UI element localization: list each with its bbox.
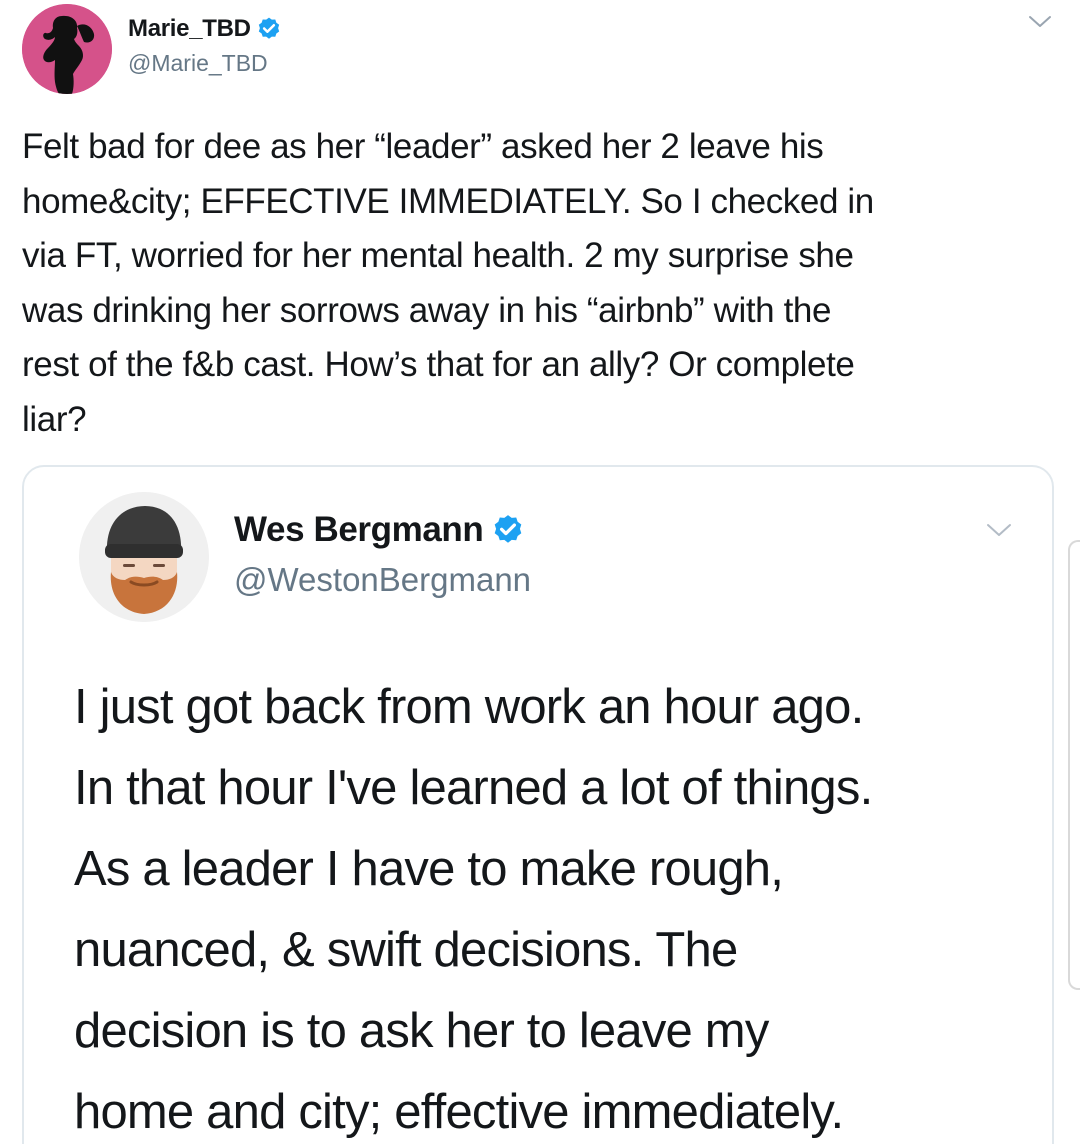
outer-name-row: Marie_TBD xyxy=(128,14,282,44)
outer-user-info[interactable]: Marie_TBD @Marie_TBD xyxy=(128,14,282,77)
avatar[interactable] xyxy=(22,4,112,94)
handle[interactable]: @Marie_TBD xyxy=(128,50,282,77)
outer-tweet-text: Felt bad for dee as her “leader” asked h… xyxy=(22,127,874,439)
avatar[interactable] xyxy=(79,492,209,622)
bearded-man-avatar-icon xyxy=(79,492,209,622)
quoted-name-row: Wes Bergmann xyxy=(234,509,531,551)
quoted-user-info[interactable]: Wes Bergmann @WestonBergmann xyxy=(234,509,531,599)
silhouette-avatar-icon xyxy=(22,4,112,94)
screenshot-page: Marie_TBD @Marie_TBD Felt bad for dee as… xyxy=(0,0,1080,1144)
outer-tweet-header: Marie_TBD @Marie_TBD xyxy=(20,4,1060,94)
chevron-down-icon[interactable] xyxy=(1026,12,1054,32)
quoted-tweet-card[interactable]: Wes Bergmann @WestonBergmann I just got … xyxy=(22,465,1054,1144)
handle[interactable]: @WestonBergmann xyxy=(234,561,531,599)
scrollbar[interactable] xyxy=(1068,540,1080,990)
display-name[interactable]: Marie_TBD xyxy=(128,15,251,43)
verified-badge-icon xyxy=(495,515,522,543)
quoted-tweet-text: I just got back from work an hour ago. I… xyxy=(74,680,873,1139)
chevron-down-icon[interactable] xyxy=(984,519,1014,541)
display-name[interactable]: Wes Bergmann xyxy=(234,510,484,550)
verified-badge-icon xyxy=(258,17,279,39)
